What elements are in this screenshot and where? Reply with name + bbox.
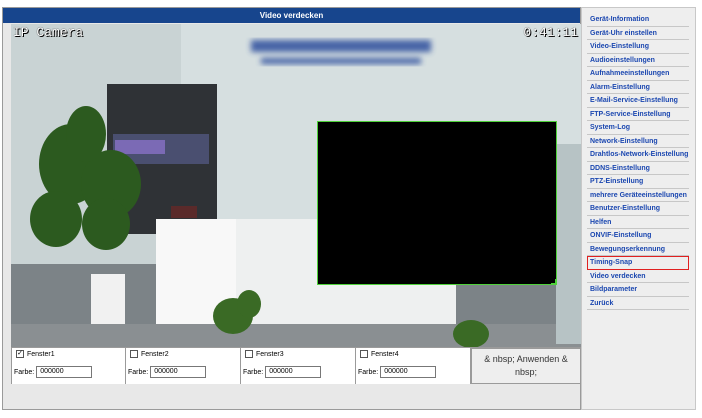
sidebar-item-system-log[interactable]: System-Log [587,121,689,135]
color-label: Farbe: [358,368,379,376]
page-title: Video verdecken [3,8,580,23]
sidebar-item-benutzer-einstellung[interactable]: Benutzer-Einstellung [587,202,689,216]
apply-button[interactable]: & nbsp; Anwenden & nbsp; [471,348,581,384]
sidebar-item-zur-ck[interactable]: Zurück [587,297,689,310]
sidebar-item-bewegungserkennung[interactable]: Bewegungserkennung [587,243,689,256]
window-3-checkbox[interactable] [245,350,253,358]
sidebar-item-bildparameter[interactable]: Bildparameter [587,283,689,297]
window-3-group: Fenster3 Farbe: 000000 [241,348,356,384]
sidebar-item-alarm-einstellung[interactable]: Alarm-Einstellung [587,81,689,94]
sidebar-item-timing-snap[interactable]: Timing-Snap [587,256,689,270]
window-2-checkbox[interactable] [130,350,138,358]
color-label: Farbe: [243,368,264,376]
window-3-label: Fenster3 [256,350,284,358]
sidebar: Gerät-Information Gerät-Uhr einstellen Vid… [581,7,696,410]
sidebar-item-video-einstellung[interactable]: Video-Einstellung [587,40,689,54]
sidebar-item-helfen[interactable]: Helfen [587,216,689,229]
color-label: Farbe: [128,368,149,376]
sidebar-item-aufnahmeeinstellungen[interactable]: Aufnahmeeinstellungen [587,67,689,81]
sidebar-item-mehrere-ger-teeinstellungen[interactable]: mehrere Geräteeinstellungen [587,189,689,202]
sidebar-item-ger-t-uhr-einstellen[interactable]: Gerät-Uhr einstellen [587,27,689,40]
window-1-color-input[interactable]: 000000 [36,366,93,378]
main-panel: Video verdecken IP Camera 0:41:11 ✓ Fens… [2,7,581,410]
window-4-group: Fenster4 Farbe: 000000 [356,348,471,384]
window-1-group: ✓ Fenster1 Farbe: 000000 [11,348,126,384]
mask-controls: ✓ Fenster1 Farbe: 000000 Fenster2 Farbe:… [11,347,581,384]
window-3-color-input[interactable]: 000000 [265,366,322,378]
sidebar-item-drahtlos-network-einstellung[interactable]: Drahtlos-Network-Einstellung [587,148,689,162]
sidebar-item-ddns-einstellung[interactable]: DDNS-Einstellung [587,162,689,175]
sidebar-item-ger-t-information[interactable]: Gerät-Information [587,13,689,27]
window-2-color-input[interactable]: 000000 [150,366,207,378]
sidebar-item-video-verdecken[interactable]: Video verdecken [587,270,689,283]
time-overlay: 0:41:11 [523,25,578,40]
sidebar-item-network-einstellung[interactable]: Network-Einstellung [587,135,689,148]
video-preview[interactable]: IP Camera 0:41:11 [11,24,581,348]
privacy-mask-area[interactable] [317,121,557,285]
window-2-group: Fenster2 Farbe: 000000 [126,348,241,384]
sidebar-item-audioeinstellungen[interactable]: Audioeinstellungen [587,54,689,67]
window-4-label: Fenster4 [371,350,399,358]
sidebar-item-e-mail-service-einstellung[interactable]: E-Mail-Service-Einstellung [587,94,689,108]
sidebar-item-ftp-service-einstellung[interactable]: FTP-Service-Einstellung [587,108,689,121]
sidebar-menu: Gerät-Information Gerät-Uhr einstellen Vid… [587,13,689,310]
window-4-color-input[interactable]: 000000 [380,366,437,378]
window-1-label: Fenster1 [27,350,55,358]
camera-name-overlay: IP Camera [13,25,84,40]
window-4-checkbox[interactable] [360,350,368,358]
sidebar-item-ptz-einstellung[interactable]: PTZ-Einstellung [587,175,689,189]
sidebar-item-onvif-einstellung[interactable]: ONVIF-Einstellung [587,229,689,243]
window-2-label: Fenster2 [141,350,169,358]
resize-handle[interactable] [551,279,556,284]
color-label: Farbe: [14,368,35,376]
window-1-checkbox[interactable]: ✓ [16,350,24,358]
